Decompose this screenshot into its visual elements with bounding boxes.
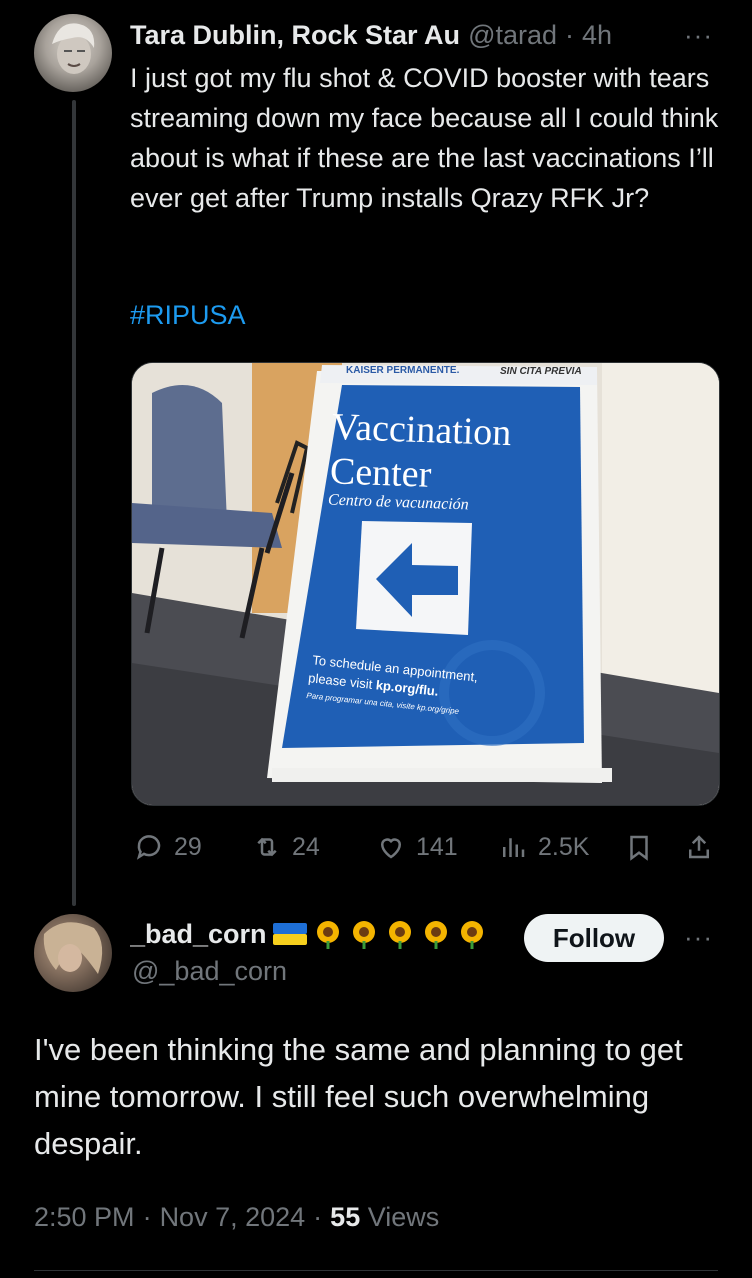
- repost-count: 24: [292, 832, 320, 861]
- sunflower-emoji-row: [313, 919, 487, 949]
- reply-more-options-icon[interactable]: ···: [684, 922, 713, 953]
- repost-icon: [257, 837, 277, 857]
- reply-avatar-portrait: [43, 922, 103, 974]
- divider: [34, 1270, 718, 1271]
- repost-action[interactable]: 24: [252, 832, 320, 862]
- reply-author-name[interactable]: _bad_corn: [130, 919, 267, 950]
- reply-header: _bad_corn: [130, 914, 520, 954]
- analytics-icon: [503, 838, 525, 857]
- avatar-portrait: [52, 23, 95, 74]
- reply-date[interactable]: Nov 7, 2024: [160, 1202, 306, 1233]
- sign-brand: KAISER PERMANENTE.: [346, 365, 460, 376]
- sunflower-icon: [388, 921, 411, 949]
- hashtag-link[interactable]: #RIPUSA: [130, 300, 246, 331]
- more-options-icon[interactable]: ···: [684, 20, 713, 51]
- sign-tag: SIN CITA PREVIA: [500, 366, 582, 377]
- reply-count: 29: [174, 832, 202, 861]
- share-action[interactable]: [684, 832, 714, 862]
- bookmark-icon: [630, 835, 648, 861]
- author-handle[interactable]: @tarad: [468, 20, 557, 51]
- tweet-text: I just got my flu shot & COVID booster w…: [130, 63, 719, 213]
- like-action[interactable]: 141: [376, 832, 458, 862]
- tweet-header: Tara Dublin, Rock Star Au @tarad · 4h: [130, 16, 730, 54]
- sunflower-icon: [316, 921, 339, 949]
- author-avatar[interactable]: [34, 14, 112, 92]
- sunflower-icon: [460, 921, 483, 949]
- ukraine-flag-icon: [272, 923, 307, 945]
- meta-separator: ·: [142, 1202, 152, 1232]
- sunflower-icon: [424, 921, 447, 949]
- reply-meta: 2:50 PM · Nov 7, 2024 · 55 Views: [34, 1202, 439, 1233]
- reply-views-label: Views: [367, 1202, 440, 1232]
- heart-icon: [380, 838, 402, 859]
- follow-button[interactable]: Follow: [524, 914, 664, 962]
- reply-avatar[interactable]: [34, 914, 112, 992]
- sign-title-2: Center: [329, 450, 432, 496]
- sign-title-1: Vaccination: [331, 405, 513, 455]
- reply-author-handle[interactable]: @_bad_corn: [132, 956, 287, 987]
- meta-separator: ·: [313, 1202, 323, 1232]
- thread-line: [72, 100, 76, 906]
- reply-icon: [136, 835, 161, 860]
- reply-time[interactable]: 2:50 PM: [34, 1202, 135, 1233]
- reply-action[interactable]: 29: [134, 832, 202, 862]
- reply-text: I've been thinking the same and planning…: [34, 1032, 683, 1161]
- separator-dot: ·: [565, 19, 575, 50]
- sunflower-icon: [352, 921, 375, 949]
- share-icon: [689, 835, 709, 859]
- reply-views-count: 55: [330, 1202, 361, 1232]
- tweet-time[interactable]: 4h: [582, 20, 612, 51]
- bookmark-action[interactable]: [624, 832, 654, 862]
- like-count: 141: [416, 832, 458, 861]
- views-action[interactable]: 2.5K: [498, 832, 589, 862]
- author-name[interactable]: Tara Dublin, Rock Star Au: [130, 20, 460, 51]
- tweet-image[interactable]: KAISER PERMANENTE. SIN CITA PREVIA Vacci…: [131, 362, 720, 806]
- views-count: 2.5K: [538, 832, 590, 861]
